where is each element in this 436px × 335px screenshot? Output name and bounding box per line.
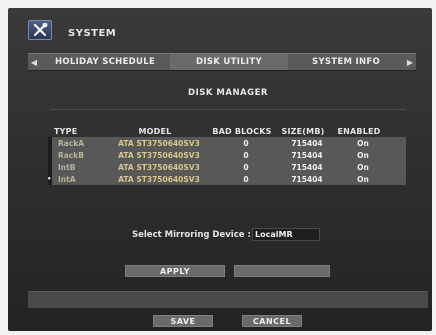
cell-enabled: On	[357, 162, 369, 172]
column-header-enabled: ENABLED	[337, 126, 381, 136]
right-arrow-icon[interactable]: ▶	[404, 54, 416, 70]
cell-bad-blocks: 0	[243, 138, 249, 148]
cell-model: ATA ST3750640SV3	[118, 150, 200, 160]
cell-type: RackA	[58, 138, 85, 148]
cell-size: 715404	[291, 162, 323, 172]
cell-size: 715404	[291, 150, 323, 160]
cell-bad-blocks: 0	[243, 162, 249, 172]
left-arrow-icon[interactable]: ◀	[28, 54, 40, 70]
table-row-selected[interactable]: • IntA ATA ST3750640SV3 0 715404 On	[47, 173, 406, 185]
tab-holiday-schedule[interactable]: HOLIDAY SCHEDULE	[40, 54, 170, 70]
cancel-button[interactable]: CANCEL	[242, 315, 302, 327]
cell-model: ATA ST3750640SV3	[118, 138, 200, 148]
column-header-size: SIZE(MB)	[281, 126, 325, 136]
column-header-bad-blocks: BAD BLOCKS	[212, 126, 272, 136]
disk-table: TYPE MODEL BAD BLOCKS SIZE(MB) ENABLED R…	[47, 125, 406, 185]
panel-title: DISK MANAGER	[188, 88, 268, 98]
cell-type: IntA	[58, 174, 76, 184]
table-header: TYPE MODEL BAD BLOCKS SIZE(MB) ENABLED	[48, 125, 406, 137]
cell-bad-blocks: 0	[243, 174, 249, 184]
window-title: SYSTEM	[68, 27, 117, 39]
cell-enabled: On	[357, 174, 369, 184]
cell-model: ATA ST3750640SV3	[118, 162, 200, 172]
table-row[interactable]: RackA ATA ST3750640SV3 0 715404 On	[52, 137, 406, 149]
column-header-model: MODEL	[138, 126, 172, 136]
column-header-type: TYPE	[54, 126, 78, 136]
cell-size: 715404	[291, 174, 323, 184]
current-row-marker: •	[47, 175, 52, 183]
cell-type: RackB	[58, 150, 84, 160]
title-bar: SYSTEM	[28, 18, 116, 42]
status-strip	[28, 291, 428, 308]
system-screen: SYSTEM ◀ HOLIDAY SCHEDULE DISK UTILITY S…	[8, 8, 432, 331]
cell-size: 715404	[291, 138, 323, 148]
mirroring-device-select[interactable]: LocalMR	[252, 228, 320, 241]
apply-button[interactable]: APPLY	[125, 265, 225, 277]
table-body: RackA ATA ST3750640SV3 0 715404 On RackB…	[47, 137, 406, 185]
cell-bad-blocks: 0	[243, 150, 249, 160]
save-button[interactable]: SAVE	[153, 315, 213, 327]
divider	[50, 109, 406, 110]
tab-system-info[interactable]: SYSTEM INFO	[288, 54, 404, 70]
blank-button[interactable]	[234, 265, 330, 277]
cell-model: ATA ST3750640SV3	[118, 174, 200, 184]
cell-type: IntB	[58, 162, 76, 172]
cell-enabled: On	[357, 150, 369, 160]
table-row[interactable]: IntB ATA ST3750640SV3 0 715404 On	[52, 161, 406, 173]
wrench-screwdriver-icon	[28, 20, 52, 40]
cell-enabled: On	[357, 138, 369, 148]
mirroring-device-label: Select Mirroring Device :	[132, 230, 251, 240]
table-row[interactable]: RackB ATA ST3750640SV3 0 715404 On	[52, 149, 406, 161]
tab-disk-utility[interactable]: DISK UTILITY	[170, 54, 288, 70]
tab-bar: ◀ HOLIDAY SCHEDULE DISK UTILITY SYSTEM I…	[28, 53, 416, 71]
